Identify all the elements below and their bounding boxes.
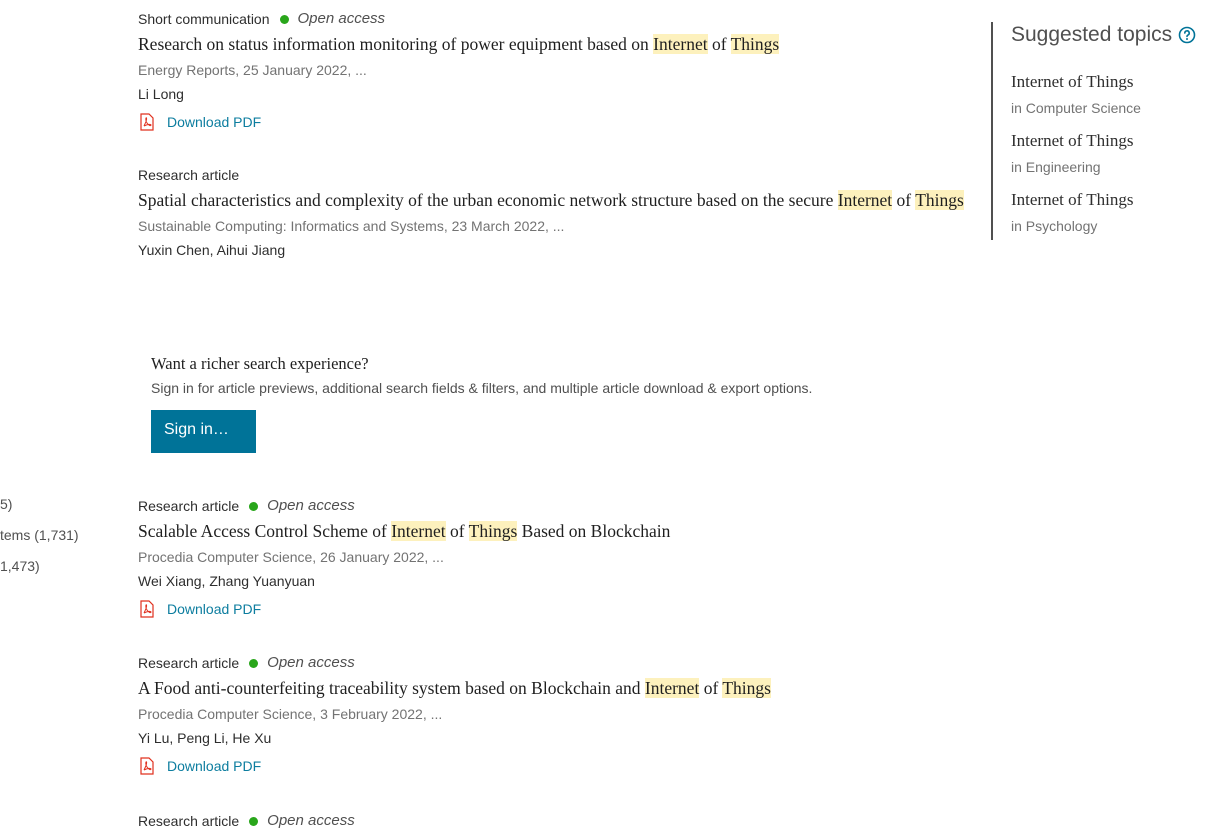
title-text: Scalable Access Control Scheme of [138,521,392,541]
result-source: Procedia Computer Science, 26 January 20… [138,549,444,565]
topic-item[interactable]: Internet of Things in Psychology [1011,189,1223,237]
title-text: of [699,678,723,698]
title-text: of [892,190,916,210]
facet-item[interactable]: 1,473) [0,558,110,589]
facet-list: 5) tems (1,731) 1,473) [0,496,110,589]
highlighted-term: Internet [653,34,708,54]
result-authors: Yi Lu, Peng Li, He Xu [138,730,272,746]
title-text: of [445,521,469,541]
pdf-icon [140,113,154,131]
promo-title: Want a richer search experience? [151,354,369,373]
open-access-dot-icon [249,658,259,668]
open-access-label: Open access [267,497,355,514]
open-access-label: Open access [267,654,355,671]
title-text: Research on status information monitorin… [138,34,654,54]
result-authors: Li Long [138,86,184,102]
download-pdf-row[interactable]: Download PDF [138,112,978,132]
result-meta: Research article Open access [138,811,978,831]
download-pdf-link[interactable]: Download PDF [167,601,261,617]
result-source: Energy Reports, 25 January 2022, ... [138,62,367,78]
topic-name[interactable]: Internet of Things [1011,130,1223,152]
download-pdf-link[interactable]: Download PDF [167,114,261,130]
topic-name[interactable]: Internet of Things [1011,71,1223,93]
article-type: Research article [138,655,240,671]
result-meta: Research article Open access [138,496,978,516]
topic-subject: in Engineering [1011,159,1101,175]
highlighted-term: Internet [644,678,700,698]
download-pdf-row[interactable]: Download PDF [138,756,978,776]
topic-subject: in Psychology [1011,218,1098,234]
highlighted-term: Things [722,678,771,698]
result-meta: Research article Open access [138,653,978,673]
highlighted-term: Things [730,34,780,54]
highlighted-term: Things [468,521,518,541]
title-text: A Food anti-counterfeiting traceability … [138,678,645,698]
result-item: Research article Open access Scalable Ac… [138,496,978,619]
result-item: Research article Spatial characteristics… [138,165,978,261]
open-access-dot-icon [249,816,259,826]
result-meta: Research article [138,165,978,185]
article-type: Short communication [138,11,270,27]
result-authors: Wei Xiang, Zhang Yuanyuan [138,573,315,589]
topic-item[interactable]: Internet of Things in Engineering [1011,130,1223,178]
result-meta: Short communication Open access [138,9,978,29]
result-title-link[interactable]: Research on status information monitorin… [138,31,978,58]
result-authors: Yuxin Chen, Aihui Jiang [138,242,286,258]
highlighted-term: Internet [837,190,893,210]
result-item: Research article Open access A Food anti… [138,653,978,776]
title-text: of [707,34,731,54]
facet-item[interactable]: tems (1,731) [0,527,110,558]
suggested-topics-header: Suggested topics [1011,22,1223,48]
topic-item[interactable]: Internet of Things in Computer Science [1011,71,1223,119]
open-access-label: Open access [297,10,386,27]
result-title-link[interactable]: Spatial characteristics and complexity o… [138,187,978,214]
highlighted-term: Things [915,190,964,210]
topic-subject: in Computer Science [1011,100,1141,116]
title-text: Based on Blockchain [517,521,671,541]
suggested-topics-title: Suggested topics [1011,23,1173,46]
result-source: Procedia Computer Science, 3 February 20… [138,706,443,722]
sign-in-button[interactable]: Sign in… [151,410,256,453]
facet-item[interactable]: 5) [0,496,110,527]
open-access-label: Open access [267,812,355,829]
open-access-dot-icon [279,14,289,24]
download-pdf-row[interactable]: Download PDF [138,599,978,619]
topic-name[interactable]: Internet of Things [1011,189,1223,211]
result-item: Research article Open access [138,811,978,831]
highlighted-term: Internet [391,521,446,541]
suggested-topics-panel: Suggested topics Internet of Things in C… [991,22,1223,240]
article-type: Research article [138,498,240,514]
download-pdf-link[interactable]: Download PDF [167,758,261,774]
result-title-link[interactable]: A Food anti-counterfeiting traceability … [138,675,978,702]
result-item: Short communication Open access Research… [138,9,978,132]
sign-in-promo: Want a richer search experience? Sign in… [151,353,911,453]
open-access-dot-icon [249,501,259,511]
promo-text: Sign in for article previews, additional… [151,380,813,396]
title-text: Spatial characteristics and complexity o… [138,190,838,210]
result-source: Sustainable Computing: Informatics and S… [138,218,565,234]
article-type: Research article [138,813,240,829]
pdf-icon [140,757,154,775]
pdf-icon [140,600,154,618]
question-circle-icon[interactable] [1178,26,1196,44]
article-type: Research article [138,167,240,183]
result-title-link[interactable]: Scalable Access Control Scheme of Intern… [138,518,978,545]
